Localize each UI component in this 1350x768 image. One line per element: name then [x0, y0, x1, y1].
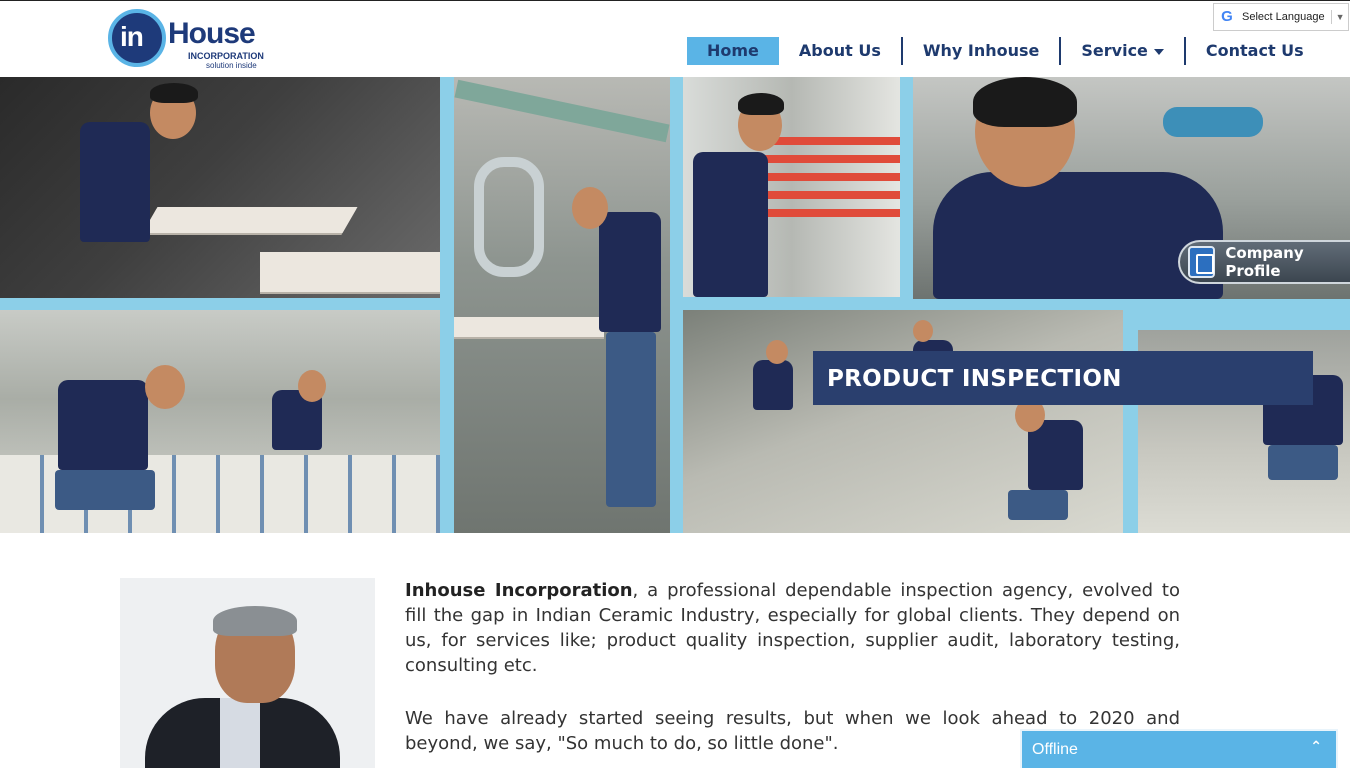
- nav-service-label: Service: [1081, 41, 1148, 60]
- site-header: in House INCORPORATION solution inside H…: [0, 0, 1350, 77]
- company-profile-button[interactable]: Company Profile: [1178, 240, 1350, 284]
- main-nav: Home About Us Why Inhouse Service Contac…: [687, 37, 1324, 65]
- nav-why-inhouse[interactable]: Why Inhouse: [903, 37, 1062, 65]
- intro-paragraph-1: Inhouse Incorporation, a professional de…: [405, 578, 1180, 678]
- banner-caption: PRODUCT INSPECTION: [813, 351, 1313, 405]
- inhouse-logo[interactable]: in House INCORPORATION solution inside: [108, 9, 268, 71]
- nav-about-us[interactable]: About Us: [779, 37, 903, 65]
- photo-tile-measurement: [683, 77, 900, 297]
- nav-service[interactable]: Service: [1061, 37, 1186, 65]
- nav-home[interactable]: Home: [687, 37, 779, 65]
- company-profile-label: Company Profile: [1225, 244, 1304, 280]
- document-icon: [1188, 246, 1216, 278]
- director-photo: [120, 578, 375, 768]
- chevron-down-icon: [1153, 48, 1164, 55]
- google-g-icon: G: [1221, 8, 1233, 25]
- chat-widget[interactable]: Offline ⌃: [1020, 729, 1338, 768]
- photo-tile-machine-inspection: [454, 77, 670, 533]
- logo-mark-text: in: [120, 21, 144, 52]
- language-select[interactable]: G Select Language ▼: [1213, 3, 1349, 31]
- photo-tile-floor-inspection: [0, 310, 440, 533]
- photo-tile-table-inspection: [0, 77, 440, 298]
- chevron-up-icon[interactable]: ⌃: [1310, 739, 1322, 755]
- chat-status: Offline: [1032, 741, 1078, 758]
- nav-contact-us[interactable]: Contact Us: [1186, 37, 1324, 65]
- logo-name: House: [168, 17, 256, 50]
- hero-banner: PRODUCT INSPECTION Company Profile: [0, 77, 1350, 533]
- company-name: Inhouse Incorporation: [405, 580, 633, 601]
- logo-subtitle: INCORPORATION: [188, 51, 264, 61]
- dropdown-arrow-icon: ▼: [1330, 10, 1345, 24]
- logo-tagline: solution inside: [206, 61, 257, 70]
- photo-tile-warehouse-floor: [683, 310, 1123, 533]
- language-select-label: Select Language: [1242, 11, 1325, 23]
